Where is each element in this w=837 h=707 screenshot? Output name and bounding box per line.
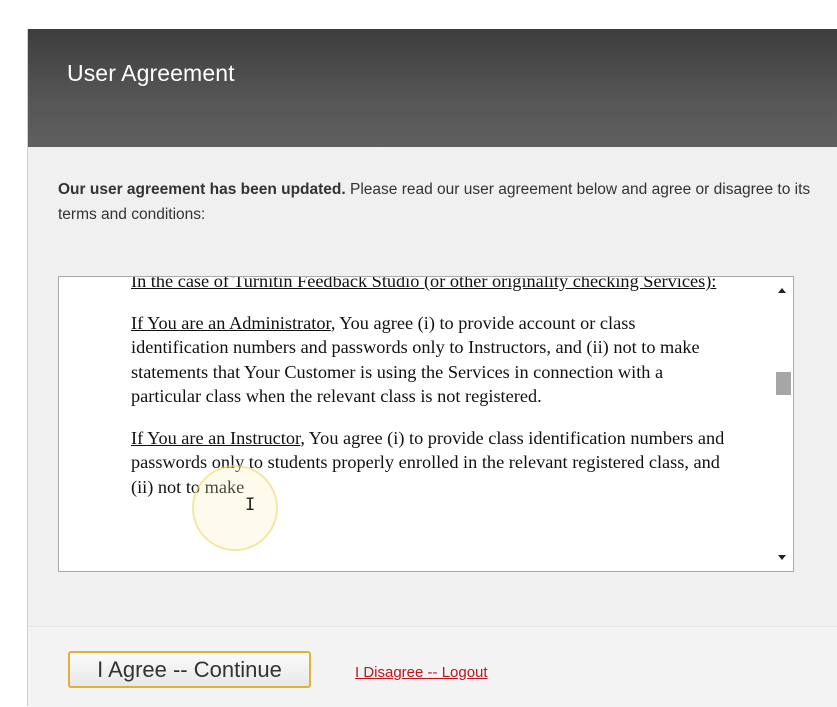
intro-text: Our user agreement has been updated. Ple… (58, 177, 828, 227)
agreement-heading: In the case of Turnitin Feedback Studio … (131, 276, 731, 294)
intro-bold-text: Our user agreement has been updated. (58, 181, 346, 198)
scroll-up-icon[interactable] (778, 288, 786, 293)
disagree-logout-link[interactable]: I Disagree -- Logout (355, 664, 488, 681)
agreement-textbox[interactable]: In the case of Turnitin Feedback Studio … (58, 276, 794, 572)
agreement-instructor-paragraph: If You are an Instructor, You agree (i) … (131, 426, 731, 500)
admin-label: If You are an Administrator (131, 312, 331, 333)
scroll-down-icon[interactable] (778, 555, 786, 560)
user-agreement-dialog: User Agreement Our user agreement has be… (27, 29, 837, 707)
agreement-admin-paragraph: If You are an Administrator, You agree (… (131, 311, 731, 409)
agree-continue-button[interactable]: I Agree -- Continue (68, 651, 311, 688)
dialog-title: User Agreement (67, 60, 235, 86)
agreement-heading-text: In the case of Turnitin Feedback Studio … (131, 276, 717, 291)
dialog-footer: I Agree -- Continue I Disagree -- Logout (28, 626, 837, 707)
scrollbar-thumb[interactable] (776, 372, 791, 395)
agreement-scrollbar[interactable] (771, 277, 793, 571)
agreement-content: In the case of Turnitin Feedback Studio … (131, 276, 731, 516)
dialog-header: User Agreement (28, 29, 837, 147)
instructor-label: If You are an Instructor (131, 427, 301, 448)
